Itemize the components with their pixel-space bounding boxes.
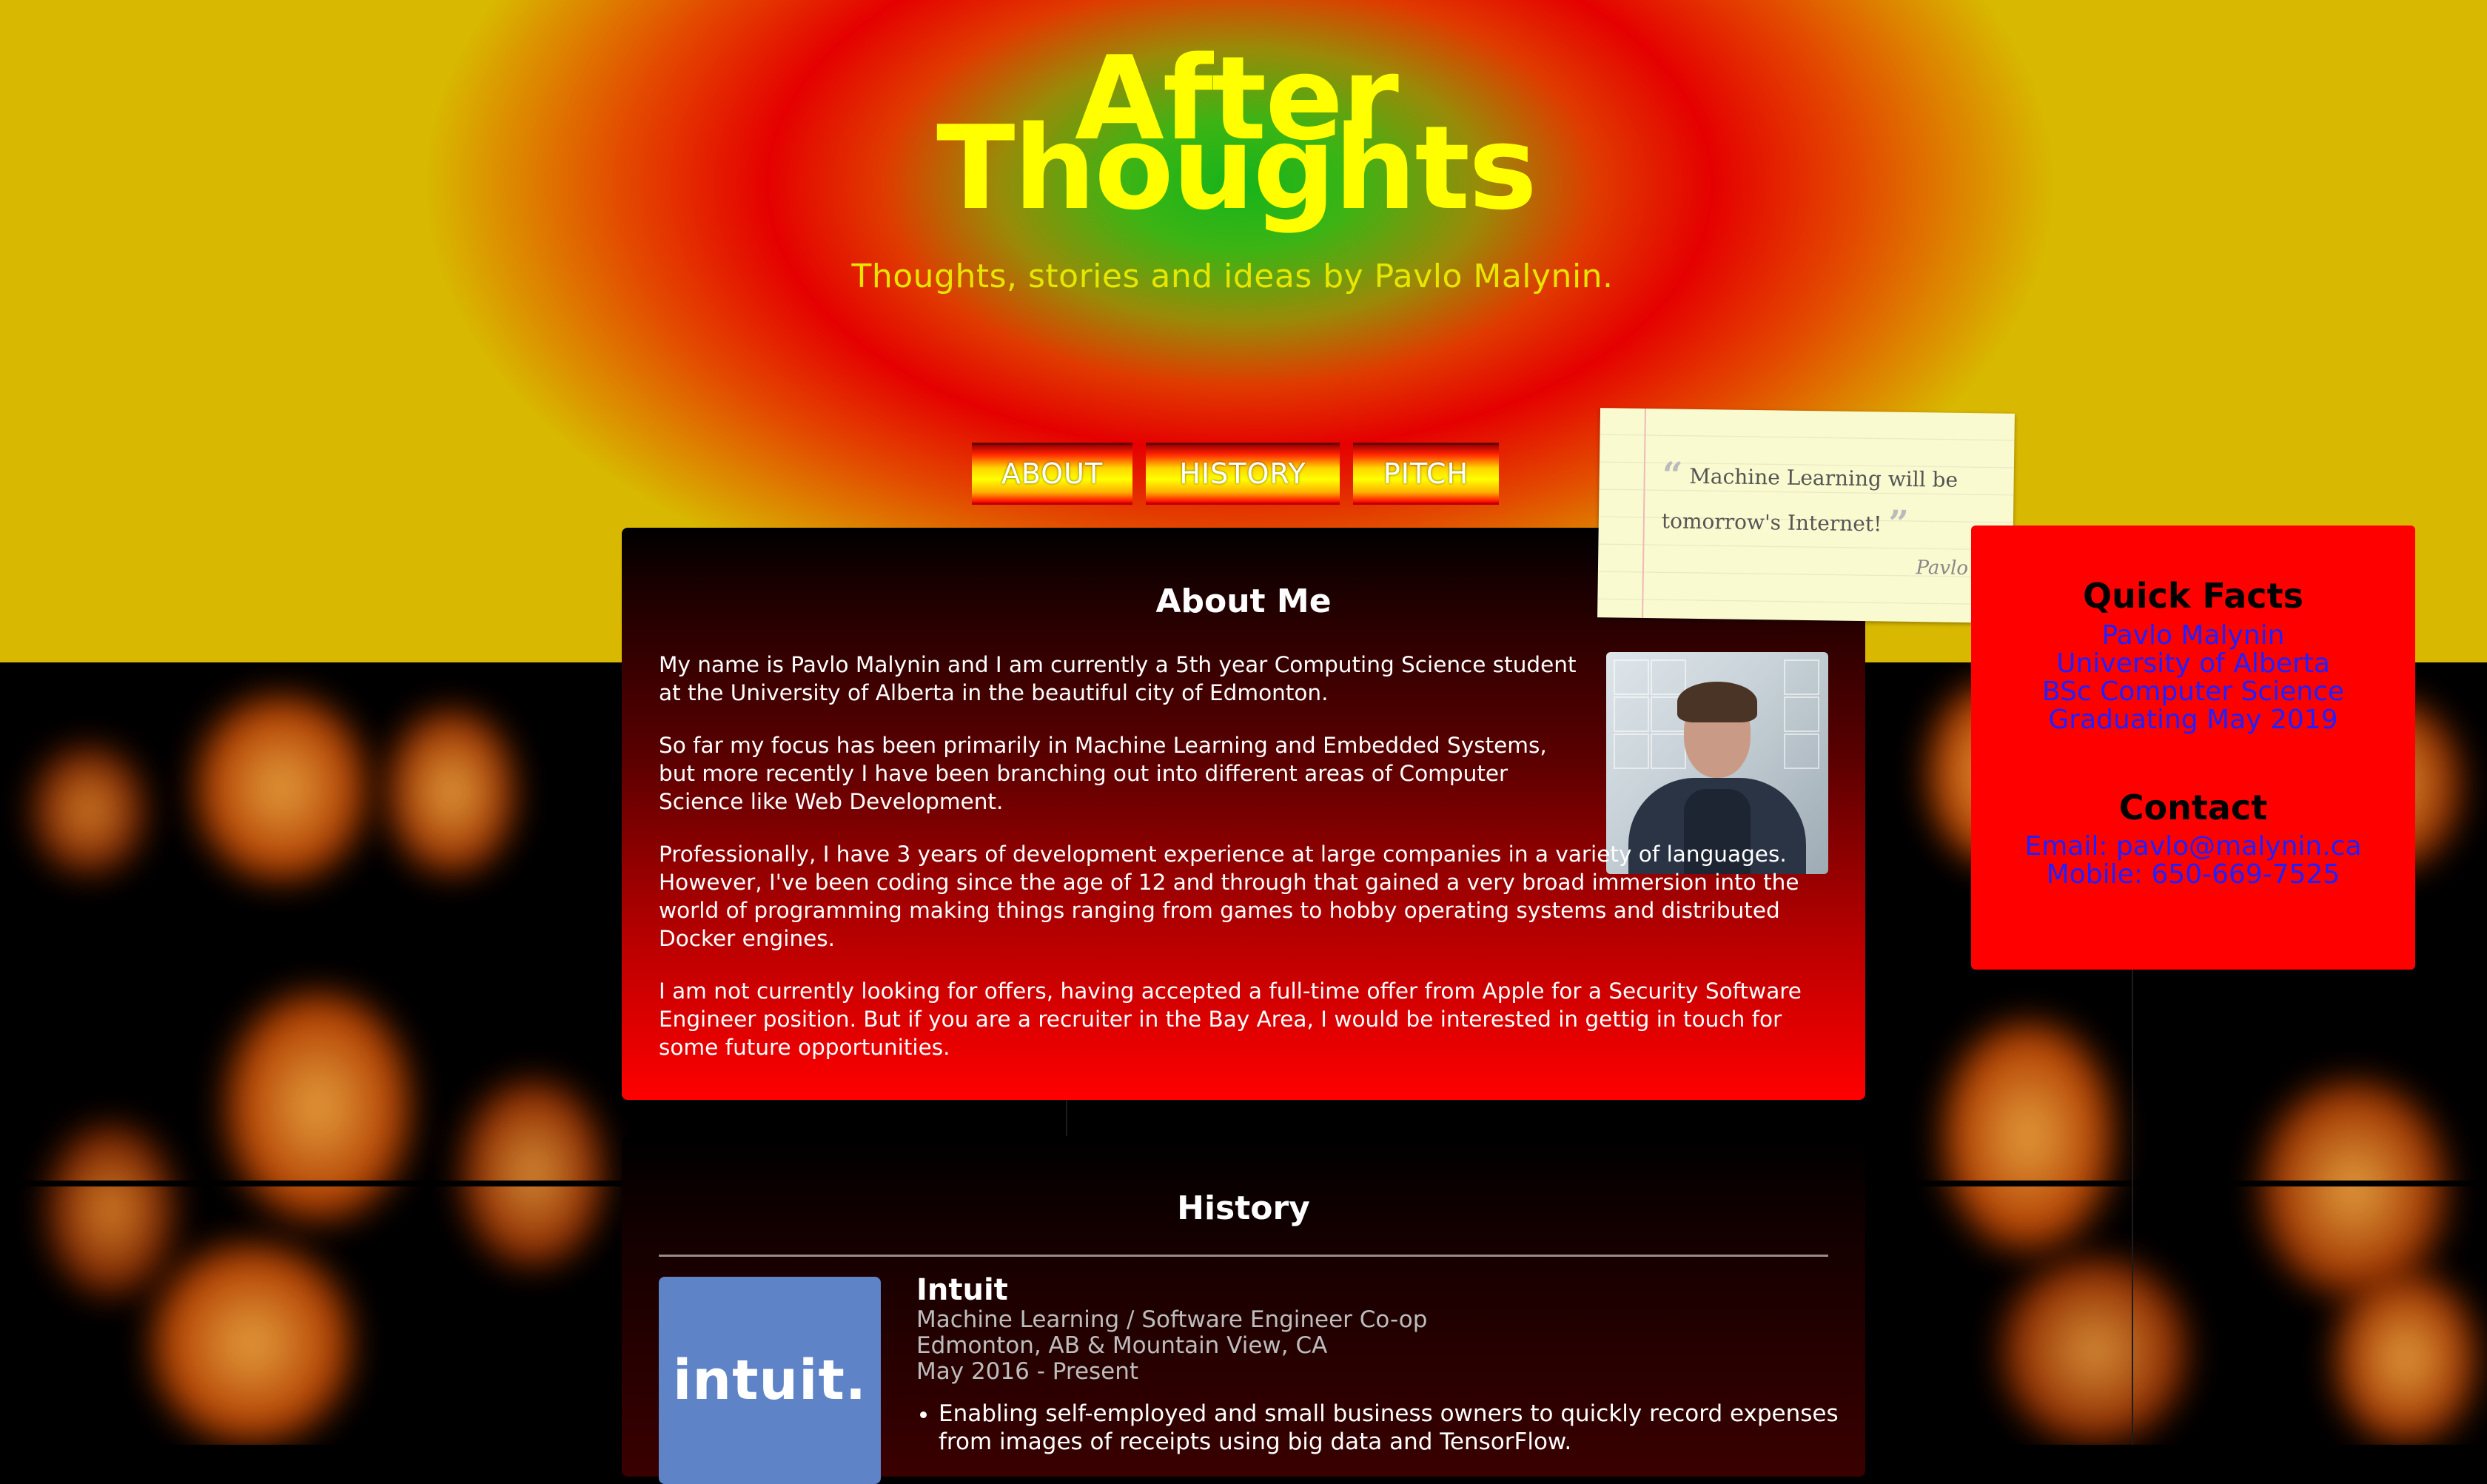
nav-pitch-button[interactable]: PITCH <box>1353 443 1499 505</box>
quick-fact-item: Graduating May 2019 <box>2048 705 2338 735</box>
history-panel: History intuit. Intuit Machine Learning … <box>622 1136 1865 1484</box>
close-quote-icon: ” <box>1887 503 1910 545</box>
quick-facts-heading: Quick Facts <box>2083 576 2303 616</box>
job-role: Machine Learning / Software Engineer Co-… <box>916 1306 1428 1333</box>
contact-list: Email: pavlo@malynin.ca Mobile: 650-669-… <box>1971 833 2415 889</box>
contact-email-link[interactable]: Email: pavlo@malynin.ca <box>1971 833 2415 861</box>
history-divider <box>659 1255 1828 1257</box>
job-dates: May 2016 - Present <box>916 1358 1139 1385</box>
about-paragraph: So far my focus has been primarily in Ma… <box>659 733 1547 814</box>
job-company: Intuit <box>916 1273 1008 1307</box>
intuit-logo: intuit. <box>659 1277 881 1484</box>
quick-fact-item: BSc Computer Science <box>2041 676 2345 707</box>
main-nav: ABOUT HISTORY PITCH <box>972 443 1499 505</box>
job-bullets: Enabling self-employed and small busines… <box>916 1400 1849 1456</box>
job-location: Edmonton, AB & Mountain View, CA <box>916 1332 1328 1359</box>
quick-facts-list: Pavlo Malynin University of Alberta BSc … <box>1971 622 2415 734</box>
contact-mobile-link[interactable]: Mobile: 650-669-7525 <box>1971 861 2415 889</box>
quote-author: Pavlo <box>1916 557 1969 580</box>
site-tagline: Thoughts, stories and ideas by Pavlo Mal… <box>851 258 1614 295</box>
history-heading: History <box>1177 1189 1310 1227</box>
nav-history-button[interactable]: HISTORY <box>1146 443 1340 505</box>
site-title-line2: Thoughts <box>936 100 1537 235</box>
nav-about-button[interactable]: ABOUT <box>972 443 1132 505</box>
quick-fact-item: Pavlo Malynin <box>2101 620 2285 651</box>
about-paragraph: I am not currently looking for offers, h… <box>659 978 1802 1060</box>
quick-fact-item: University of Alberta <box>2056 648 2330 679</box>
job-bullet: Enabling self-employed and small busines… <box>939 1400 1849 1456</box>
quick-facts-box: Quick Facts Pavlo Malynin University of … <box>1971 526 2415 970</box>
history-job: Intuit Machine Learning / Software Engin… <box>916 1273 1849 1456</box>
quote-text: “ Machine Learning will be tomorrow's In… <box>1661 453 1959 548</box>
about-text: My name is Pavlo Malynin and I am curren… <box>659 651 1843 1086</box>
open-quote-icon: “ <box>1662 454 1683 497</box>
quote-body: Machine Learning will be tomorrow's Inte… <box>1661 463 1959 537</box>
site-title[interactable]: After Thoughts <box>918 41 1554 235</box>
contact-heading: Contact <box>2118 788 2268 827</box>
about-paragraph: My name is Pavlo Malynin and I am curren… <box>659 652 1577 705</box>
about-paragraph: Professionally, I have 3 years of develo… <box>659 842 1799 951</box>
quote-note: “ Machine Learning will be tomorrow's In… <box>1597 408 2015 623</box>
